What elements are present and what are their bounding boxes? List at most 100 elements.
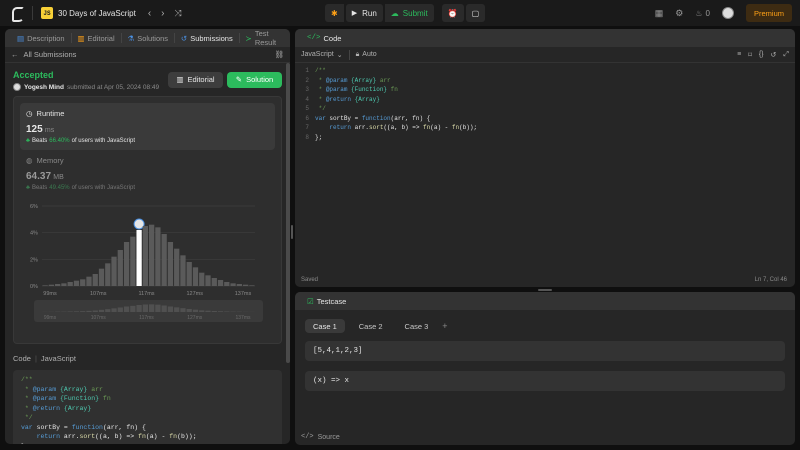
distribution-bar[interactable] <box>217 280 224 286</box>
distribution-bar[interactable] <box>98 268 105 286</box>
submit-button[interactable]: ☁ Submit <box>384 4 434 22</box>
distribution-bar[interactable] <box>67 282 73 286</box>
layout-grid-icon[interactable]: ▦ <box>655 8 664 19</box>
runtime-distribution-chart[interactable]: 6% 4% 2% 0% 99ms 107ms 117ms 127ms 137ms 99ms 107m… <box>20 200 275 324</box>
input-arr[interactable]: [5,4,1,2,3] <box>305 341 785 361</box>
tab-solutions[interactable]: ⚗ Solutions <box>121 29 174 47</box>
distribution-bar[interactable] <box>155 227 161 286</box>
solution-button[interactable]: ✎ Solution <box>227 71 282 88</box>
case-3-tab[interactable]: Case 3 <box>397 319 437 333</box>
distribution-bar[interactable] <box>42 285 48 286</box>
distribution-bar[interactable] <box>161 234 167 286</box>
distribution-bar[interactable] <box>180 255 186 286</box>
streak-counter[interactable]: ♨ 0 <box>695 9 710 18</box>
user-avatar[interactable] <box>721 7 734 19</box>
submitter-name[interactable]: Yogesh Mind <box>24 84 64 91</box>
user-marker-avatar[interactable] <box>133 218 145 230</box>
distribution-bar[interactable] <box>174 248 180 286</box>
code-line[interactable]: /** <box>315 66 477 76</box>
next-problem-icon[interactable]: › <box>161 8 164 19</box>
reset-icon[interactable]: ↺ <box>771 51 777 59</box>
distribution-bar[interactable] <box>86 276 92 286</box>
distribution-bar[interactable] <box>61 283 67 286</box>
leetcode-logo-icon[interactable] <box>10 6 24 22</box>
input-fn[interactable]: (x) => x <box>305 371 785 391</box>
distribution-bar[interactable] <box>73 280 80 286</box>
code-line[interactable]: }; <box>315 133 477 143</box>
editorial-button[interactable]: ▥ Editorial <box>168 71 223 88</box>
distribution-bar[interactable] <box>211 278 217 286</box>
distribution-bar[interactable] <box>224 282 230 286</box>
distribution-bar[interactable] <box>236 284 242 286</box>
distribution-bar[interactable] <box>92 274 98 286</box>
debug-button[interactable]: ✱ <box>325 4 344 22</box>
overview-bar <box>167 306 174 312</box>
link-icon[interactable]: ⛓ <box>274 50 284 59</box>
beats-pct: 49.45% <box>49 185 70 191</box>
distribution-bar[interactable] <box>199 272 205 286</box>
distribution-bar[interactable] <box>242 284 249 286</box>
distribution-bar[interactable] <box>142 226 148 286</box>
code-line[interactable]: * @param {Array} arr <box>315 76 477 86</box>
distribution-bar[interactable] <box>111 256 117 286</box>
alarm-button[interactable]: ⏰ <box>441 4 464 22</box>
distribution-bar[interactable] <box>149 224 155 286</box>
braces-icon[interactable]: {} <box>759 51 764 58</box>
premium-button[interactable]: Premium <box>745 4 792 22</box>
distribution-bar[interactable] <box>230 283 236 286</box>
highlighted-bar[interactable] <box>136 230 142 286</box>
distribution-bar[interactable] <box>105 263 111 286</box>
language-select[interactable]: JavaScript ⌄ <box>301 51 343 59</box>
settings-gear-icon[interactable]: ⚙ <box>675 8 683 19</box>
distribution-bar[interactable] <box>55 284 61 286</box>
tab-description[interactable]: ▤ Description <box>11 29 71 47</box>
testcase-tab[interactable]: ☑ Testcase <box>301 292 352 310</box>
notes-button[interactable]: ▢ <box>465 4 486 22</box>
prev-problem-icon[interactable]: ‹ <box>148 8 151 19</box>
vertical-resize-handle[interactable] <box>290 225 293 239</box>
tab-submissions[interactable]: ↺ Submissions <box>175 29 239 47</box>
editor-body[interactable]: 1 2 3 4 5 6 7 8 /** * @param {Array} arr * @par… <box>295 63 795 142</box>
horizontal-resize-handle[interactable] <box>538 288 552 291</box>
distribution-bar[interactable] <box>167 242 174 286</box>
left-scrollbar[interactable] <box>286 63 290 363</box>
case-2-tab[interactable]: Case 2 <box>351 319 391 333</box>
beats-post: of users with JavaScript <box>71 185 135 191</box>
mode-label: Auto <box>362 51 377 58</box>
distribution-bar[interactable] <box>123 242 130 286</box>
all-submissions-link[interactable]: ← All Submissions <box>11 50 76 59</box>
code-line[interactable]: var sortBy = function(arr, fn) { <box>315 114 477 124</box>
auto-mode[interactable]: 🔒︎ Auto <box>356 51 377 59</box>
editor-code[interactable]: /** * @param {Array} arr * @param {Funct… <box>315 66 477 142</box>
bookmark-icon[interactable]: ⌑ <box>748 51 752 59</box>
toolbar-left: JavaScript ⌄ 🔒︎ Auto <box>301 49 377 60</box>
distribution-bar[interactable] <box>249 285 255 286</box>
submitted-code-block[interactable]: /** * @param {Array} arr * @param {Funct… <box>13 370 282 444</box>
code-line[interactable]: * @return {Array} <box>315 95 477 105</box>
distribution-bar[interactable] <box>48 284 55 286</box>
expand-icon[interactable]: ⤢ <box>783 51 789 59</box>
distribution-bar[interactable] <box>192 267 199 286</box>
format-icon[interactable]: ≡ <box>737 51 741 58</box>
distribution-bar[interactable] <box>205 275 211 286</box>
tab-editorial[interactable]: ▥ Editorial <box>71 29 120 47</box>
tab-label: Test Result <box>254 29 277 47</box>
run-button[interactable]: ▶ Run <box>345 4 383 22</box>
code-line[interactable]: return arr.sort((a, b) => fn(a) - fn(b))… <box>315 123 477 133</box>
distribution-bar[interactable] <box>130 236 136 286</box>
code-tab[interactable]: </> Code <box>301 29 347 47</box>
tab-test-result[interactable]: ≻ Test Result <box>240 29 290 47</box>
problem-list-title[interactable]: 30 Days of JavaScript <box>58 9 136 18</box>
source-link[interactable]: </> Source <box>301 433 340 441</box>
case-1-tab[interactable]: Case 1 <box>305 319 345 333</box>
distribution-bar[interactable] <box>186 262 192 286</box>
code-line[interactable]: * @param {Function} fn <box>315 85 477 95</box>
runtime-box[interactable]: ◷ Runtime 125 ms ♣ Beats 66.40% of users wit… <box>20 103 275 150</box>
memory-box[interactable]: ◍ Memory 64.37 MB ♣ Beats 49.45% of users wi… <box>20 150 275 198</box>
shuffle-icon[interactable]: ⤨ <box>175 8 182 19</box>
distribution-bar[interactable] <box>80 279 86 286</box>
code-line[interactable]: */ <box>315 104 477 114</box>
submitter-row: Yogesh Mind submitted at Apr 05, 2024 08… <box>13 83 159 91</box>
distribution-bar[interactable] <box>117 250 123 286</box>
add-case-icon[interactable]: + <box>442 321 447 331</box>
